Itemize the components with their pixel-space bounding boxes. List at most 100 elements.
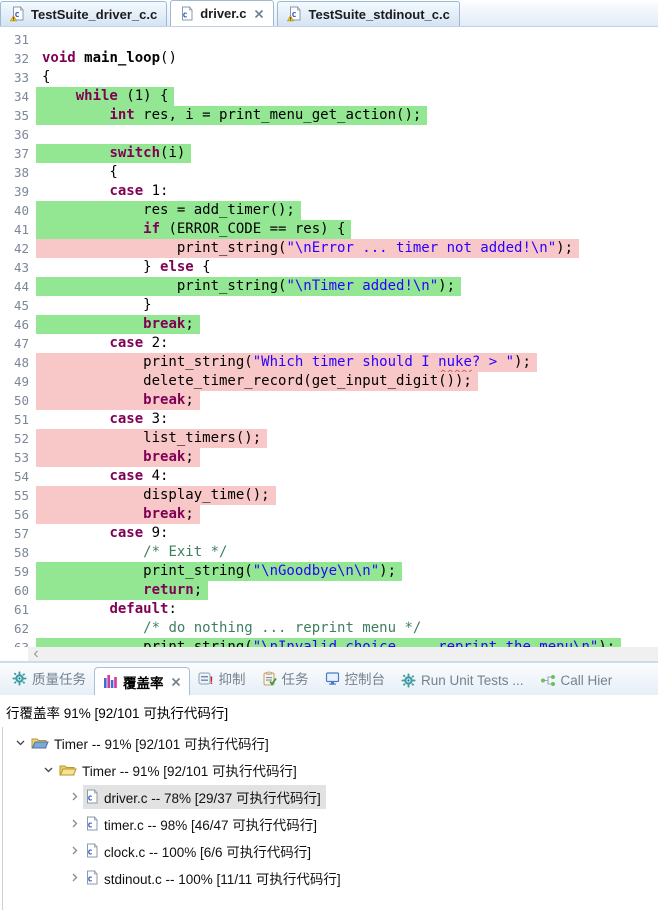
chevron-right-icon[interactable]	[65, 873, 83, 882]
tree-item[interactable]: cclock.c -- 100% [6/6 可执行代码行]	[3, 837, 658, 864]
code-line[interactable]: 54 case 4:	[0, 467, 658, 486]
code-line[interactable]: 40 res = add_timer();	[0, 201, 658, 220]
editor-tab-TestSuite_stdinout_c.c[interactable]: cTestSuite_stdinout_c.c	[277, 1, 459, 26]
code-line[interactable]: 33{	[0, 68, 658, 87]
code-text: case 9:	[36, 524, 174, 543]
line-number: 56	[0, 505, 36, 524]
close-icon[interactable]	[171, 677, 181, 687]
svg-text:c: c	[87, 794, 92, 804]
code-text: display_time();	[36, 486, 276, 505]
panel-tab-label: 覆盖率	[123, 672, 164, 692]
code-line[interactable]: 49 delete_timer_record(get_input_digit()…	[0, 372, 658, 391]
panel-tab-2[interactable]: ! 抑制	[190, 668, 254, 695]
call-hierarchy-icon	[540, 673, 556, 688]
code-line[interactable]: 51 case 3:	[0, 410, 658, 429]
code-line[interactable]: 35 int res, i = print_menu_get_action();	[0, 106, 658, 125]
code-line[interactable]: 48 print_string("Which timer should I nu…	[0, 353, 658, 372]
code-text: break;	[36, 391, 200, 410]
c-file-icon: c	[180, 6, 194, 21]
code-line[interactable]: 52 list_timers();	[0, 429, 658, 448]
code-line[interactable]: 50 break;	[0, 391, 658, 410]
code-text: case 2:	[36, 334, 174, 353]
line-number: 41	[0, 220, 36, 239]
panel-tab-1[interactable]: 覆盖率	[94, 667, 190, 695]
console-icon	[325, 671, 340, 686]
line-number: 31	[0, 30, 36, 49]
panel-tab-3[interactable]: 任务	[254, 668, 317, 695]
editor-tab-driver.c[interactable]: c driver.c	[170, 0, 274, 26]
tree-item-content[interactable]: cclock.c -- 100% [6/6 可执行代码行]	[83, 839, 316, 863]
tree-item-content[interactable]: Timer -- 91% [92/101 可执行代码行]	[57, 758, 302, 782]
code-text: /* Exit */	[36, 543, 233, 562]
code-line[interactable]: 61 default:	[0, 600, 658, 619]
code-line[interactable]: 37 switch(i)	[0, 144, 658, 163]
code-text: if (ERROR_CODE == res) {	[36, 220, 351, 239]
tree-item[interactable]: Timer -- 91% [92/101 可执行代码行]	[3, 729, 658, 756]
line-number: 37	[0, 144, 36, 163]
code-line[interactable]: 57 case 9:	[0, 524, 658, 543]
panel-tab-6[interactable]: Call Hier	[532, 673, 621, 695]
code-line[interactable]: 46 break;	[0, 315, 658, 334]
code-line[interactable]: 62 /* do nothing ... reprint menu */	[0, 619, 658, 638]
horizontal-scrollbar[interactable]: ‹	[28, 647, 658, 661]
code-line[interactable]: 44 print_string("\nTimer added!\n");	[0, 277, 658, 296]
scroll-left-icon[interactable]: ‹	[28, 645, 44, 663]
code-line[interactable]: 43 } else {	[0, 258, 658, 277]
line-number: 54	[0, 467, 36, 486]
tasks-icon	[262, 671, 277, 686]
code-line[interactable]: 38 {	[0, 163, 658, 182]
code-line[interactable]: 59 print_string("\nGoodbye\n\n");	[0, 562, 658, 581]
tree-item-content[interactable]: Timer -- 91% [92/101 可执行代码行]	[29, 731, 274, 755]
panel-tab-4[interactable]: 控制台	[317, 668, 394, 695]
code-line[interactable]: 63 print_string("\nInvalid choice ... re…	[0, 638, 658, 647]
editor-tab-TestSuite_driver_c.c[interactable]: cTestSuite_driver_c.c	[0, 1, 167, 26]
panel-tab-label: Call Hier	[561, 673, 613, 688]
tree-item[interactable]: ctimer.c -- 98% [46/47 可执行代码行]	[3, 810, 658, 837]
tree-item-content[interactable]: cdriver.c -- 78% [29/37 可执行代码行]	[83, 785, 326, 809]
panel-tab-5[interactable]: Run Unit Tests ...	[393, 673, 532, 695]
code-text: /* do nothing ... reprint menu */	[36, 619, 427, 638]
panel-tab-label: 抑制	[219, 668, 246, 688]
code-line[interactable]: 55 display_time();	[0, 486, 658, 505]
code-line[interactable]: 41 if (ERROR_CODE == res) {	[0, 220, 658, 239]
chevron-right-icon[interactable]	[65, 846, 83, 855]
code-text: void main_loop()	[36, 49, 183, 68]
code-line[interactable]: 47 case 2:	[0, 334, 658, 353]
code-line[interactable]: 45 }	[0, 296, 658, 315]
code-text: case 4:	[36, 467, 174, 486]
panel-tab-0[interactable]: 质量任务	[4, 668, 94, 695]
coverage-chart-icon	[103, 674, 118, 689]
code-line[interactable]: 60 return;	[0, 581, 658, 600]
tree-item[interactable]: cdriver.c -- 78% [29/37 可执行代码行]	[3, 783, 658, 810]
line-number: 55	[0, 486, 36, 505]
code-line[interactable]: 34 while (1) {	[0, 87, 658, 106]
svg-text:!: !	[209, 675, 213, 686]
chevron-right-icon[interactable]	[65, 819, 83, 828]
line-number: 46	[0, 315, 36, 334]
code-text: print_string("\nGoodbye\n\n");	[36, 562, 402, 581]
tree-item[interactable]: cstdinout.c -- 100% [11/11 可执行代码行]	[3, 864, 658, 891]
code-editor[interactable]: 3132void main_loop()33{34 while (1) {35 …	[0, 27, 658, 647]
code-line[interactable]: 31	[0, 30, 658, 49]
code-line[interactable]: 32void main_loop()	[0, 49, 658, 68]
close-icon[interactable]	[254, 9, 264, 19]
code-text: print_string("\nTimer added!\n");	[36, 277, 461, 296]
tree-item-content[interactable]: ctimer.c -- 98% [46/47 可执行代码行]	[83, 812, 322, 836]
chevron-down-icon[interactable]	[11, 738, 29, 747]
chevron-right-icon[interactable]	[65, 792, 83, 801]
code-line[interactable]: 53 break;	[0, 448, 658, 467]
code-line[interactable]: 42 print_string("\nError ... timer not a…	[0, 239, 658, 258]
code-line[interactable]: 36	[0, 125, 658, 144]
line-number: 47	[0, 334, 36, 353]
panel-tab-label: Run Unit Tests ...	[421, 673, 524, 688]
tree-item-content[interactable]: cstdinout.c -- 100% [11/11 可执行代码行]	[83, 866, 346, 890]
code-line[interactable]: 39 case 1:	[0, 182, 658, 201]
line-number: 42	[0, 239, 36, 258]
chevron-down-icon[interactable]	[39, 765, 57, 774]
tree-item[interactable]: Timer -- 91% [92/101 可执行代码行]	[3, 756, 658, 783]
editor-tab-label: driver.c	[200, 6, 246, 21]
code-line[interactable]: 56 break;	[0, 505, 658, 524]
code-line[interactable]: 58 /* Exit */	[0, 543, 658, 562]
line-number: 48	[0, 353, 36, 372]
code-text: } else {	[36, 258, 217, 277]
